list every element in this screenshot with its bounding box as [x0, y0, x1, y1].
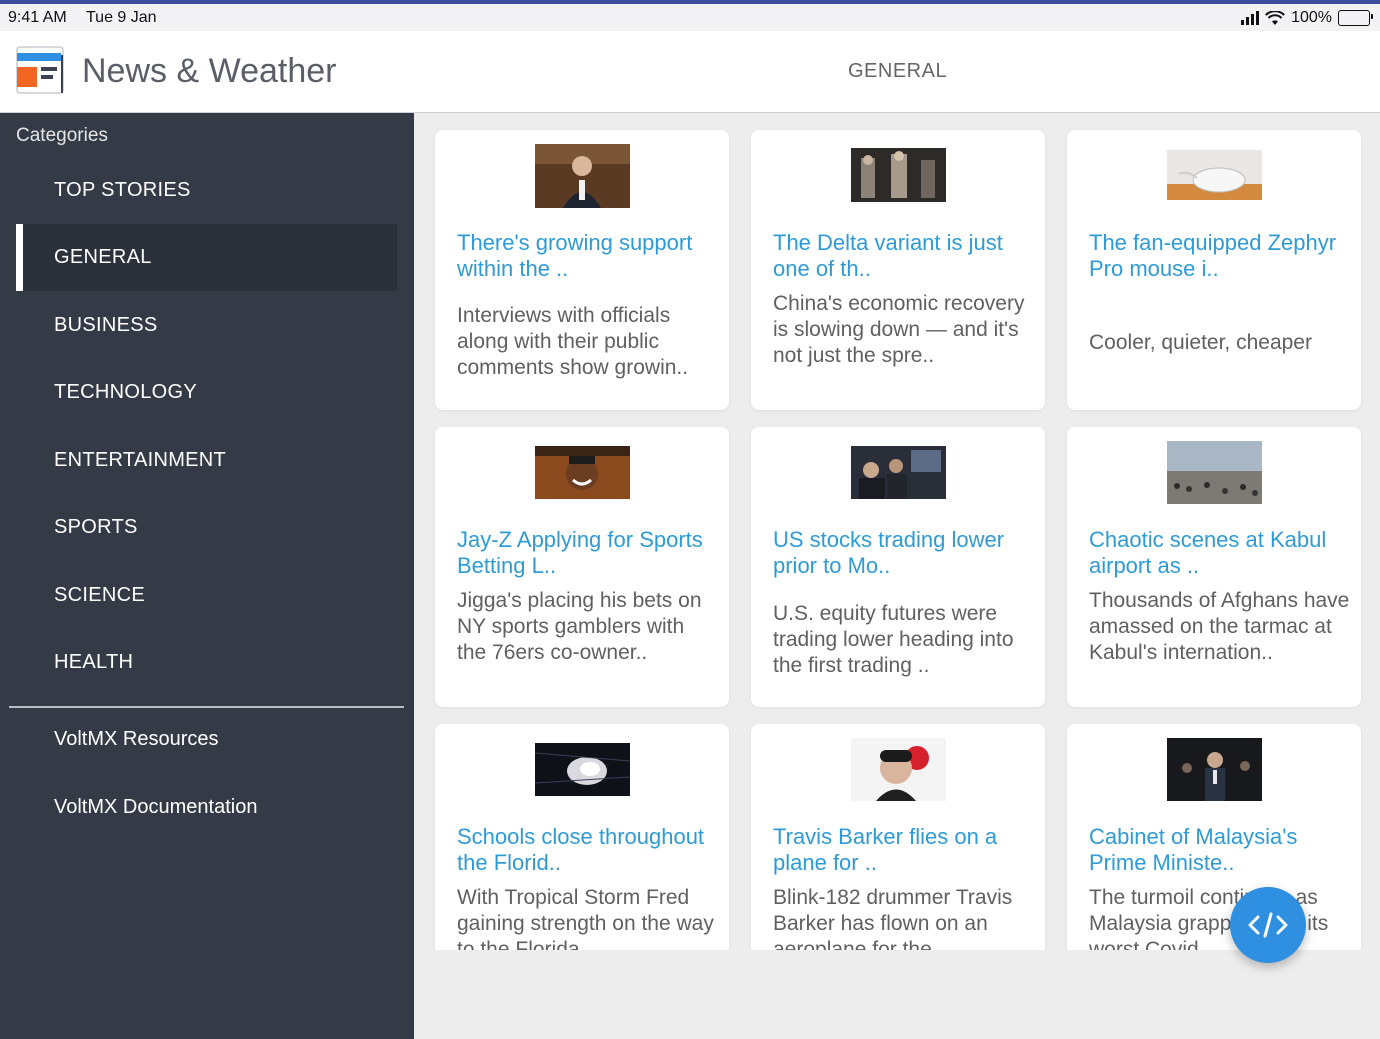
- news-description: China's economic recovery is slowing dow…: [773, 292, 1025, 367]
- news-card[interactable]: The Delta variant is just one of th.. Ch…: [751, 130, 1045, 410]
- news-thumbnail: [851, 148, 946, 202]
- cellular-signal-icon: [1241, 11, 1260, 25]
- wifi-icon: [1265, 10, 1285, 25]
- news-title: US stocks trading lower prior to Mo..: [773, 527, 1005, 578]
- news-card[interactable]: US stocks trading lower prior to Mo.. U.…: [751, 427, 1045, 707]
- sidebar-divider: [9, 706, 404, 708]
- page-title: GENERAL: [848, 60, 948, 82]
- news-card[interactable]: Chaotic scenes at Kabul airport as .. Th…: [1067, 427, 1361, 707]
- sidebar-item-label: HEALTH: [54, 651, 134, 673]
- news-card[interactable]: Cabinet of Malaysia's Prime Ministe.. Th…: [1067, 724, 1361, 950]
- news-description: U.S. equity futures were trading lower h…: [773, 602, 1014, 677]
- sidebar-item-entertainment[interactable]: ENTERTAINMENT: [16, 427, 397, 494]
- sidebar-link-label: VoltMX Documentation: [54, 796, 258, 818]
- sidebar-item-general[interactable]: GENERAL: [16, 224, 397, 291]
- sidebar-item-health[interactable]: HEALTH: [16, 629, 397, 696]
- sidebar-item-label: SCIENCE: [54, 584, 146, 606]
- code-icon: [1248, 912, 1288, 938]
- sidebar-item-label: TECHNOLOGY: [54, 381, 198, 403]
- news-description: Thousands of Afghans have amassed on the…: [1089, 589, 1350, 664]
- news-description: The turmoil continues as Malaysia grappl…: [1089, 886, 1329, 950]
- battery-percentage: 100%: [1291, 9, 1332, 26]
- news-title: Cabinet of Malaysia's Prime Ministe..: [1089, 824, 1298, 875]
- news-grid: There's growing support within the .. In…: [414, 113, 1380, 950]
- news-thumbnail: [1167, 738, 1262, 801]
- status-date: Tue 9 Jan: [86, 9, 157, 26]
- code-fab-button[interactable]: [1230, 887, 1306, 963]
- sidebar-item-top-stories[interactable]: TOP STORIES: [16, 157, 397, 224]
- news-card[interactable]: The fan-equipped Zephyr Pro mouse i.. Co…: [1067, 130, 1361, 410]
- status-indicators: 100%: [1241, 7, 1373, 29]
- sidebar-item-label: TOP STORIES: [54, 179, 191, 201]
- status-time: 9:41 AM: [8, 9, 67, 26]
- news-thumbnail: [851, 446, 946, 499]
- news-title: The fan-equipped Zephyr Pro mouse i..: [1089, 230, 1337, 281]
- news-description: Jigga's placing his bets on NY sports ga…: [457, 589, 702, 664]
- news-thumbnail: [1167, 441, 1262, 504]
- app-header: News & Weather GENERAL: [0, 31, 1380, 113]
- sidebar-link-voltmx-resources[interactable]: VoltMX Resources: [16, 715, 397, 765]
- status-bar: 9:41 AM Tue 9 Jan 100%: [0, 4, 1380, 31]
- sidebar-item-label: BUSINESS: [54, 314, 158, 336]
- battery-icon: [1338, 10, 1373, 26]
- news-thumbnail: [1167, 150, 1262, 200]
- news-thumbnail: [851, 738, 946, 801]
- sidebar-item-business[interactable]: BUSINESS: [16, 292, 397, 359]
- news-card[interactable]: Travis Barker flies on a plane for .. Bl…: [751, 724, 1045, 950]
- sidebar-item-label: GENERAL: [54, 246, 152, 268]
- sidebar: Categories TOP STORIES GENERAL BUSINESS …: [0, 113, 414, 1039]
- news-title: Jay-Z Applying for Sports Betting L..: [457, 527, 703, 578]
- news-description: With Tropical Storm Fred gaining strengt…: [457, 886, 714, 950]
- sidebar-item-technology[interactable]: TECHNOLOGY: [16, 359, 397, 426]
- sidebar-item-label: SPORTS: [54, 516, 138, 538]
- news-title: The Delta variant is just one of th..: [773, 230, 1003, 281]
- news-thumbnail: [535, 446, 630, 499]
- news-card[interactable]: There's growing support within the .. In…: [435, 130, 729, 410]
- content-footer-area: [414, 950, 1380, 1039]
- news-card[interactable]: Schools close throughout the Florid.. Wi…: [435, 724, 729, 950]
- news-title: Travis Barker flies on a plane for ..: [773, 824, 998, 875]
- sidebar-item-label: ENTERTAINMENT: [54, 449, 227, 471]
- sidebar-item-sports[interactable]: SPORTS: [16, 494, 397, 561]
- news-thumbnail: [535, 743, 630, 796]
- news-title: Chaotic scenes at Kabul airport as ..: [1089, 527, 1327, 578]
- news-card[interactable]: Jay-Z Applying for Sports Betting L.. Ji…: [435, 427, 729, 707]
- newspaper-logo-icon: [16, 46, 64, 94]
- news-thumbnail: [535, 144, 630, 208]
- news-title: Schools close throughout the Florid..: [457, 824, 705, 875]
- news-description: Interviews with officials along with the…: [457, 304, 689, 379]
- app-title: News & Weather: [82, 52, 337, 90]
- news-description: Cooler, quieter, cheaper: [1089, 331, 1312, 354]
- news-description: Blink-182 drummer Travis Barker has flow…: [773, 886, 1013, 950]
- news-title: There's growing support within the ..: [457, 230, 693, 281]
- sidebar-link-label: VoltMX Resources: [54, 728, 219, 750]
- sidebar-item-science[interactable]: SCIENCE: [16, 562, 397, 629]
- categories-heading: Categories: [16, 125, 108, 146]
- sidebar-link-voltmx-documentation[interactable]: VoltMX Documentation: [16, 783, 397, 833]
